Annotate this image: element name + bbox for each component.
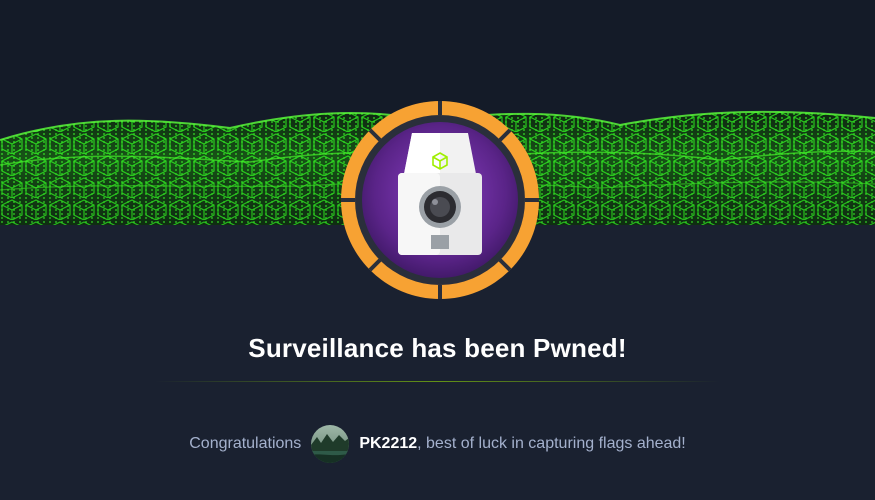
machine-badge <box>339 99 541 301</box>
security-camera-icon <box>341 101 539 299</box>
user-avatar-icon[interactable] <box>311 425 350 463</box>
title-divider <box>155 381 720 382</box>
congrats-prefix: Congratulations <box>189 435 302 452</box>
username-link[interactable]: PK2212 <box>359 435 417 453</box>
page-title: Surveillance has been Pwned! <box>248 333 627 363</box>
congrats-suffix: , best of luck in capturing flags ahead! <box>417 435 686 452</box>
avatar-image <box>311 425 350 463</box>
congratulations-message: Congratulations PK2212 , best of luck in… <box>0 424 875 464</box>
